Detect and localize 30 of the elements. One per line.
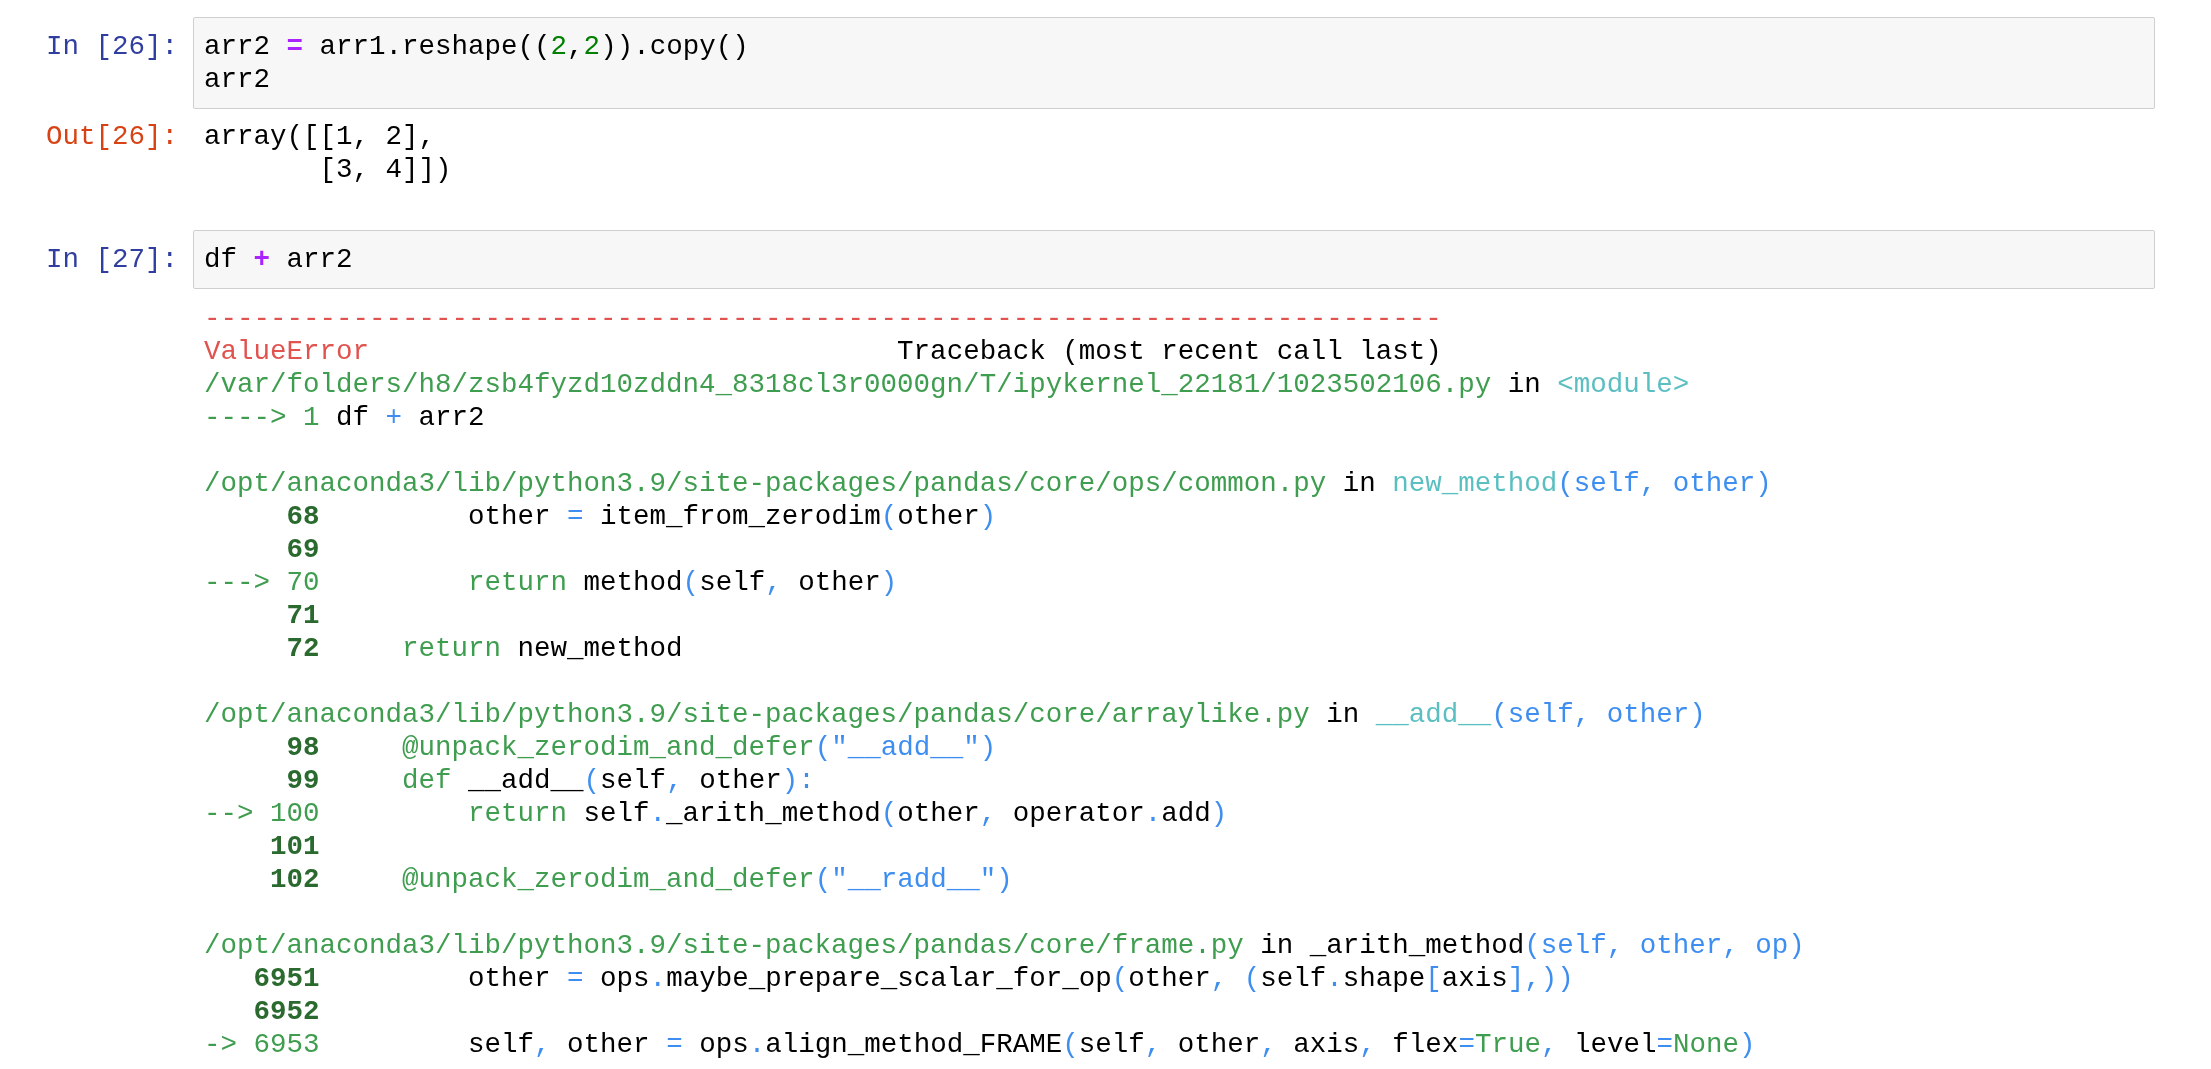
traceback-line: ----> 1 df + arr2 (204, 401, 485, 434)
traceback-line: --------------------------------------------------------------------------- (204, 302, 1442, 335)
code-line: arr2 (204, 63, 270, 96)
traceback-line: 71 (285, 599, 320, 632)
code-editor[interactable]: df + arr2 (193, 230, 2155, 289)
prompt-label: In [27]: (45, 243, 178, 276)
traceback-line: --> 100 return self._arith_method(other, operator.add) (204, 797, 1228, 830)
traceback-line: 98 @unpack_zerodim_and_defer("__add__") (285, 731, 997, 764)
prompt-label: Out[26]: (45, 120, 178, 153)
traceback-line: 102 @unpack_zerodim_and_defer("__radd__") (269, 863, 1013, 896)
traceback-line: ValueError Traceback (most recent call last) (204, 335, 1442, 368)
traceback-line: /opt/anaconda3/lib/python3.9/site-packages/pandas/core/frame.py in _arith_method(self, other, op) (204, 929, 1805, 962)
traceback-line: 69 (285, 533, 320, 566)
traceback-line: 6952 (252, 995, 320, 1028)
traceback-line: 99 def __add__(self, other): (285, 764, 815, 797)
traceback-line: 68 other = item_from_zerodim(other) (285, 500, 997, 533)
traceback-line: ---> 70 return method(self, other) (204, 566, 898, 599)
traceback-line: /opt/anaconda3/lib/python3.9/site-packages/pandas/core/arraylike.py in __add__(self, other) (204, 698, 1706, 731)
traceback-line: -> 6953 self, other = ops.align_method_FRAME(self, other, axis, flex=True, level=None) (204, 1028, 1756, 1061)
traceback-line: /opt/anaconda3/lib/python3.9/site-packages/pandas/core/ops/common.py in new_method(self, other) (204, 467, 1772, 500)
traceback-line: 72 return new_method (285, 632, 683, 665)
traceback-line: 101 (269, 830, 320, 863)
traceback-line: 6951 other = ops.maybe_prepare_scalar_for_op(other, (self.shape[axis],)) (252, 962, 1574, 995)
output-line: [3, 4]]) (318, 153, 452, 186)
traceback-line: /var/folders/h8/zsb4fyzd10zddn4_8318cl3r0000gn/T/ipykernel_22181/1023502106.py in <module> (204, 368, 1690, 401)
code-line: arr2 = arr1.reshape((2,2)).copy() (204, 30, 749, 63)
prompt-label: In [26]: (45, 30, 178, 63)
output-line: array([[1, 2], (204, 120, 436, 153)
code-editor[interactable]: arr2 = arr1.reshape((2,2)).copy() arr2 (193, 17, 2155, 109)
code-line: df + arr2 (204, 243, 353, 276)
